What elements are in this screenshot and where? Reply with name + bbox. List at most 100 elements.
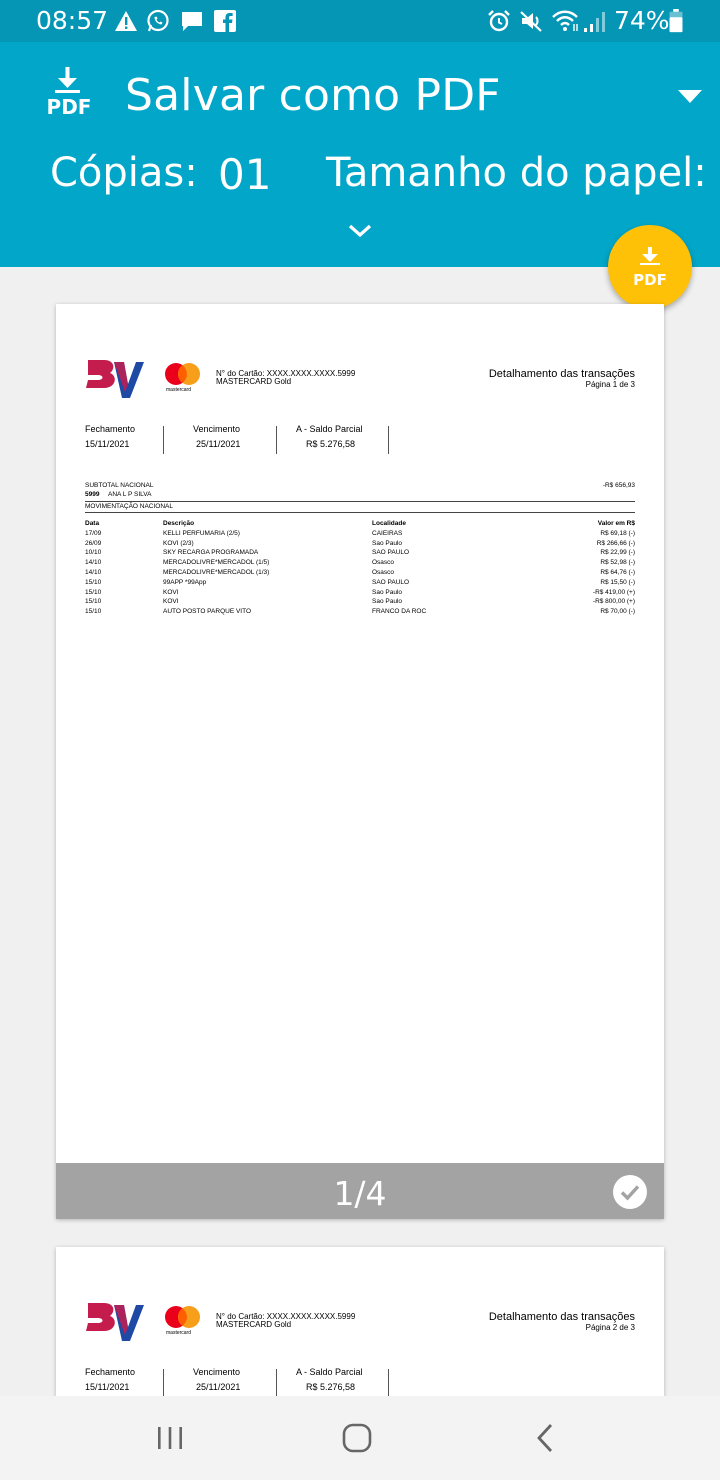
divider (85, 501, 635, 502)
page-indicator: 1/4 (333, 1174, 387, 1213)
status-bar: 08:57 74% (0, 0, 720, 42)
recent-apps-icon[interactable] (156, 1424, 184, 1452)
card-type: MASTERCARD Gold (216, 377, 292, 386)
tx-date: 15/10 (85, 608, 102, 616)
summary-balance: A - Saldo Parcial R$ 5.276,58 (296, 1367, 363, 1392)
tx-date: 14/10 (85, 559, 102, 567)
download-pdf-button[interactable]: PDF (608, 225, 692, 309)
battery-icon (669, 9, 683, 33)
wifi-icon (552, 10, 578, 31)
pdf-download-icon: PDF (46, 66, 92, 119)
section-title: MOVIMENTAÇÃO NACIONAL (85, 503, 174, 510)
tx-description: KOVI (2/3) (163, 539, 194, 547)
tx-description: KOVI (163, 598, 179, 606)
table-header-row: Data Descrição Localidade Valor em R$ (85, 519, 635, 529)
column-header: Localidade (372, 520, 406, 527)
summary-label: Vencimento (193, 1367, 241, 1377)
divider (85, 512, 635, 513)
copies-label: Cópias: (50, 150, 198, 196)
page-preview-2[interactable]: mastercard N° do Cartão: XXXX.XXXX.XXXX.… (56, 1247, 664, 1397)
back-icon[interactable] (534, 1422, 556, 1454)
mastercard-logo (165, 1306, 200, 1328)
page-select-bar[interactable]: 1/4 (56, 1163, 664, 1219)
summary-label: A - Saldo Parcial (296, 424, 363, 434)
doc-title: Detalhamento das transações (488, 368, 635, 380)
table-row: 26/09 KOVI (2/3) Sao Paulo R$ 266,66 (-) (85, 539, 635, 549)
tx-amount: R$ 52,98 (-) (600, 559, 635, 567)
tx-date: 17/09 (85, 529, 102, 537)
signal-icon (584, 12, 605, 32)
tx-amount: R$ 70,00 (-) (600, 608, 635, 616)
tx-date: 15/10 (85, 578, 102, 586)
bv-logo (86, 360, 144, 398)
warning-icon (115, 11, 137, 31)
table-row: 17/09 KELLI PERFUMARIA (2/5) CAIEIRAS R$ 69… (85, 529, 635, 539)
table-row: 15/10 KOVI Sao Paulo -R$ 419,00 (+) (85, 588, 635, 598)
tx-amount: R$ 15,50 (-) (600, 578, 635, 586)
doc-page-number: Página 2 de 3 (585, 1323, 635, 1332)
table-row: 14/10 MERCADOLIVRE*MERCADOL (1/3) Osasco R$… (85, 568, 635, 578)
tx-location: SAO PAULO (372, 549, 410, 557)
paper-size-label[interactable]: Tamanho do papel: (326, 150, 707, 196)
tx-location: Osasco (372, 559, 395, 567)
column-header: Valor em R$ (597, 520, 635, 527)
page-preview-1[interactable]: mastercard N° do Cartão: XXXX.XXXX.XXXX.… (56, 304, 664, 1219)
tx-description: AUTO POSTO PARQUE VITO (163, 608, 252, 616)
card-final: 5999 (85, 491, 100, 498)
transactions-table: Data Descrição Localidade Valor em R$ 17… (85, 519, 635, 617)
dropdown-arrow-icon[interactable] (678, 90, 702, 103)
summary-value: 25/11/2021 (196, 1382, 241, 1392)
expand-chevron-icon[interactable] (346, 222, 374, 240)
home-icon[interactable] (341, 1422, 373, 1454)
table-row: 15/10 AUTO POSTO PARQUE VITO FRANCO DA ROC… (85, 607, 635, 617)
page-selected-check-icon[interactable] (612, 1174, 648, 1210)
tx-description: 99APP *99App (163, 578, 207, 586)
printer-select[interactable]: Salvar como PDF (125, 70, 501, 121)
card-type: MASTERCARD Gold (216, 1320, 292, 1329)
summary-label: Vencimento (193, 424, 241, 434)
summary-closing: Fechamento 15/11/2021 (85, 424, 135, 449)
tx-amount: -R$ 419,00 (+) (592, 588, 635, 596)
tx-description: MERCADOLIVRE*MERCADOL (1/3) (163, 568, 270, 576)
summary-balance: A - Saldo Parcial R$ 5.276,58 (296, 424, 363, 449)
summary-closing: Fechamento 15/11/2021 (85, 1367, 135, 1392)
copies-input[interactable]: 01 (218, 150, 271, 199)
mute-icon (520, 11, 542, 32)
tx-location: FRANCO DA ROC (372, 608, 427, 616)
pdf-icon-label: PDF (46, 95, 92, 119)
doc-title: Detalhamento das transações (488, 1311, 635, 1323)
doc-page-number: Página 1 de 3 (585, 380, 635, 389)
tx-date: 10/10 (85, 549, 102, 557)
divider (388, 1369, 389, 1397)
tx-amount: R$ 22,99 (-) (600, 549, 635, 557)
column-header: Descrição (163, 520, 195, 527)
mastercard-text: mastercard (166, 1330, 192, 1336)
tx-date: 26/09 (85, 539, 102, 547)
divider (276, 1369, 277, 1397)
tx-amount: R$ 69,18 (-) (600, 529, 635, 537)
tx-description: KOVI (163, 588, 179, 596)
card-info: N° do Cartão: XXXX.XXXX.XXXX.5999 MASTER… (216, 1313, 355, 1329)
mastercard-text: mastercard (166, 387, 192, 393)
card-info: N° do Cartão: XXXX.XXXX.XXXX.5999 MASTER… (216, 370, 355, 386)
tx-description: KELLI PERFUMARIA (2/5) (163, 529, 240, 537)
tx-date: 15/10 (85, 598, 102, 606)
summary-due: Vencimento 25/11/2021 (193, 424, 240, 449)
table-row: 10/10 SKY RECARGA PROGRAMADA SAO PAULO R$ 2… (85, 548, 635, 558)
facebook-icon (214, 10, 236, 32)
alarm-icon (488, 10, 510, 32)
mastercard-logo (165, 363, 200, 385)
tx-description: MERCADOLIVRE*MERCADOL (1/5) (163, 559, 270, 567)
summary-value: R$ 5.276,58 (306, 1382, 356, 1392)
cardholder-name: ANA L P SILVA (108, 491, 152, 498)
table-row: 14/10 MERCADOLIVRE*MERCADOL (1/5) Osasco R$… (85, 558, 635, 568)
tx-location: Sao Paulo (372, 588, 402, 596)
chat-bubble-icon (182, 12, 202, 31)
divider (163, 426, 164, 454)
bv-logo (86, 1303, 144, 1341)
tx-location: Osasco (372, 568, 395, 576)
tx-location: CAIEIRAS (372, 529, 403, 537)
summary-label: Fechamento (85, 1367, 136, 1377)
summary-value: 15/11/2021 (85, 1382, 130, 1392)
table-row: 15/10 KOVI Sao Paulo -R$ 800,00 (+) (85, 597, 635, 607)
